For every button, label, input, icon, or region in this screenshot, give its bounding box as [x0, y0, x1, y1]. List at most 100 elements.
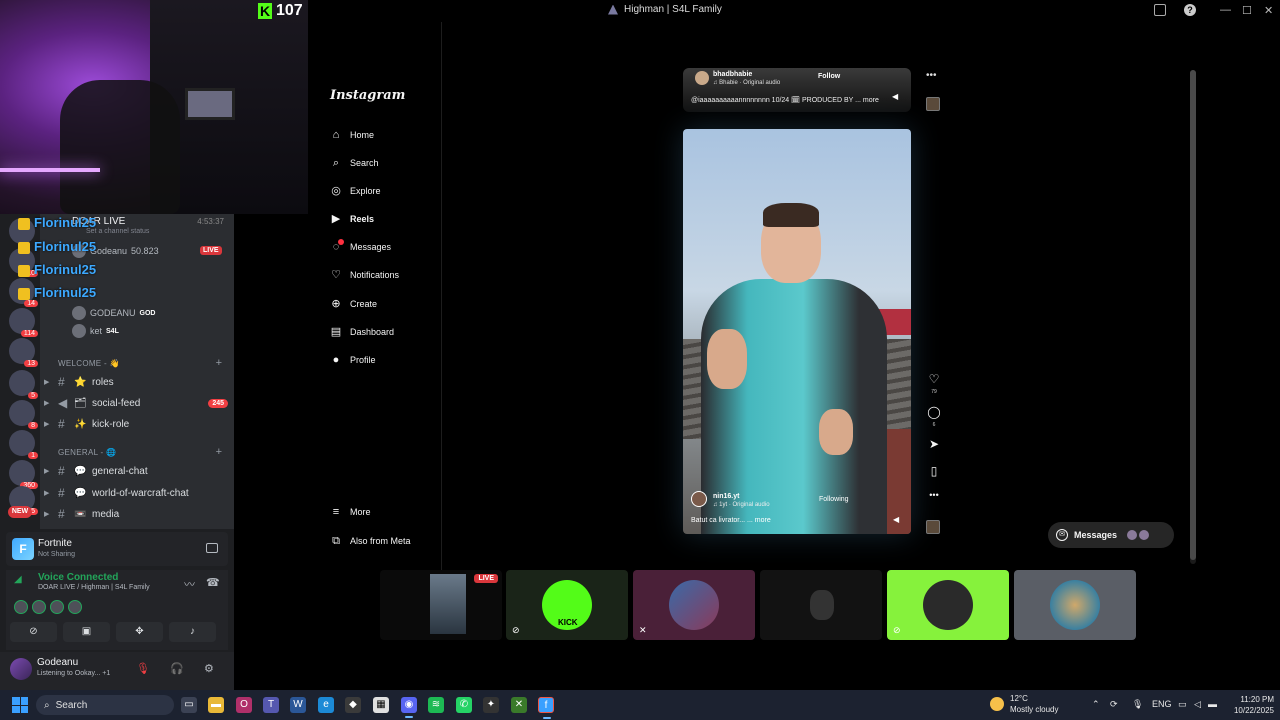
close-button[interactable]: ✕	[1264, 4, 1273, 17]
battery-icon[interactable]: ▬	[1208, 699, 1217, 709]
username[interactable]: Godeanu	[37, 657, 78, 668]
server-icon[interactable]: 114	[9, 308, 38, 337]
task-view-icon[interactable]: ▭	[181, 697, 197, 713]
help-icon[interactable]: ?	[1184, 4, 1196, 16]
language-indicator[interactable]: ENG	[1152, 699, 1172, 709]
file-explorer-icon[interactable]: ▬	[208, 697, 224, 713]
reel-author[interactable]: bhadbhabie	[713, 71, 752, 78]
teams-icon[interactable]: T	[263, 697, 279, 713]
gear-icon[interactable]: ⚙	[204, 662, 214, 675]
reel-caption[interactable]: Batut ca livrator... ... more	[691, 517, 771, 524]
store-icon[interactable]: ▦	[373, 697, 389, 713]
nav-more[interactable]: ≡ More	[330, 504, 371, 520]
stream-tile[interactable]	[760, 570, 882, 640]
scrollbar-thumb[interactable]	[1190, 70, 1196, 560]
share-screen-button[interactable]: ▣	[63, 622, 110, 642]
word-icon[interactable]: W	[290, 697, 306, 713]
start-button[interactable]	[12, 697, 28, 713]
system-clock[interactable]: 11:20 PM 10/22/2025	[1226, 694, 1274, 716]
avatar[interactable]	[695, 71, 709, 85]
avatar[interactable]	[10, 658, 32, 680]
comment-icon[interactable]: ◯	[924, 405, 944, 419]
nav-profile[interactable]: ● Profile	[330, 352, 376, 368]
voice-member[interactable]: GODEANU GOD	[72, 306, 155, 320]
following-button[interactable]: Following	[819, 496, 849, 503]
noise-suppression-icon[interactable]: 〰	[184, 576, 195, 592]
nav-also-from-meta[interactable]: ⧉ Also from Meta	[330, 533, 410, 549]
add-channel-icon[interactable]: +	[216, 446, 222, 458]
messages-button[interactable]: ✉ Messages	[1048, 522, 1174, 548]
server-icon[interactable]: 360	[9, 460, 38, 489]
activities-button[interactable]: ✥	[116, 622, 163, 642]
unity-icon[interactable]: ◆	[345, 697, 361, 713]
soundboard-button[interactable]: ♪	[169, 622, 216, 642]
more-options-icon[interactable]: •••	[926, 70, 937, 81]
whatsapp-icon[interactable]: ✆	[456, 697, 472, 713]
instagram-logo[interactable]: Instagram	[330, 88, 405, 103]
avatar[interactable]	[32, 600, 46, 614]
avatar[interactable]	[14, 600, 28, 614]
audio-thumbnail[interactable]	[926, 520, 940, 534]
voice-member[interactable]: ket S4L	[72, 324, 119, 338]
like-icon[interactable]: ♡	[924, 372, 944, 386]
opera-icon[interactable]: O	[236, 697, 252, 713]
reel-audio[interactable]: ♫ Bhabie · Original audio	[713, 80, 780, 86]
game-activity[interactable]: F Fortnite Not Sharing	[6, 532, 228, 566]
taskbar-search[interactable]: ⌕ Search	[36, 695, 174, 715]
camera-off-button[interactable]: ⊘	[10, 622, 57, 642]
category-general[interactable]: GENERAL - 🌐	[58, 448, 116, 457]
spotify-icon[interactable]: ≋	[428, 697, 444, 713]
server-icon[interactable]: 1	[9, 430, 38, 459]
speaker-icon[interactable]: ◀	[892, 92, 898, 101]
save-icon[interactable]: ▯	[924, 464, 944, 478]
server-icon[interactable]: 8	[9, 400, 38, 429]
chevron-up-icon[interactable]: ⌃	[1092, 699, 1100, 710]
channel-world-of-warcraft-chat[interactable]: # 💬 world-of-warcraft-chat	[58, 484, 228, 502]
screen-share-icon[interactable]	[206, 543, 218, 553]
volume-icon[interactable]: ◁	[1194, 699, 1201, 710]
avatar[interactable]	[691, 491, 707, 507]
disconnect-icon[interactable]: ☎	[206, 576, 220, 589]
sync-icon[interactable]: ⟳	[1110, 699, 1118, 710]
mute-icon[interactable]: 🎙	[136, 662, 150, 675]
channel-social-feed[interactable]: ◀ 🗂 social-feed 245	[58, 394, 228, 412]
microphone-icon[interactable]: 🎙	[1132, 699, 1143, 710]
reel-author[interactable]: nin16.yt	[713, 493, 739, 500]
follow-button[interactable]: Follow	[818, 73, 840, 80]
instagram-app-icon[interactable]: f	[538, 697, 554, 719]
avatar[interactable]	[50, 600, 64, 614]
minimize-button[interactable]: —	[1220, 4, 1231, 16]
nav-search[interactable]: ⌕ Search	[330, 155, 379, 171]
stream-tile[interactable]: KICK ⊘	[506, 570, 628, 640]
stream-tile[interactable]: ✕	[633, 570, 755, 640]
discord-icon[interactable]: ◉	[401, 697, 417, 718]
category-welcome[interactable]: WELCOME - 👋	[58, 359, 120, 368]
channel-roles[interactable]: # ⭐ roles	[58, 373, 228, 391]
nav-explore[interactable]: ◎ Explore	[330, 183, 380, 199]
stream-tile[interactable]: LIVE	[380, 570, 502, 640]
add-channel-icon[interactable]: +	[216, 357, 222, 369]
network-icon[interactable]: ▭	[1178, 699, 1187, 710]
nav-dashboard[interactable]: ▤ Dashboard	[330, 324, 394, 340]
xbox-icon[interactable]: ✕	[511, 697, 527, 713]
nav-home[interactable]: ⌂ Home	[330, 127, 374, 143]
audio-thumbnail[interactable]	[926, 97, 940, 111]
nav-notifications[interactable]: ♡ Notifications	[330, 267, 399, 283]
nav-messages[interactable]: ◌ Messages	[330, 239, 391, 255]
reel-caption[interactable]: @iaaaaaaaaaannnnnnnn 10/24 🗓 PRODUCED BY…	[691, 96, 879, 104]
channel-general-chat[interactable]: # 💬 general-chat	[58, 462, 228, 480]
share-icon[interactable]: ➤	[924, 437, 944, 451]
speaker-icon[interactable]: ◀	[893, 515, 899, 524]
server-icon[interactable]: 13	[9, 338, 38, 367]
stream-tile[interactable]: ⊘	[887, 570, 1009, 640]
server-icon[interactable]: 5	[9, 370, 38, 399]
reels-scrollbar[interactable]	[1190, 70, 1196, 564]
more-options-icon[interactable]: •••	[924, 490, 944, 500]
current-reel[interactable]: nin16.yt ♫ 1yt · Original audio Followin…	[683, 129, 911, 534]
channel-kick-role[interactable]: # ✨ kick-role	[58, 415, 228, 433]
nav-reels[interactable]: ▶ Reels	[330, 211, 374, 227]
stream-tile[interactable]	[1014, 570, 1136, 640]
inbox-icon[interactable]	[1154, 4, 1166, 16]
voice-location[interactable]: DOAR LIVE / Highman | S4L Family	[38, 584, 150, 591]
edge-icon[interactable]: e	[318, 697, 334, 713]
